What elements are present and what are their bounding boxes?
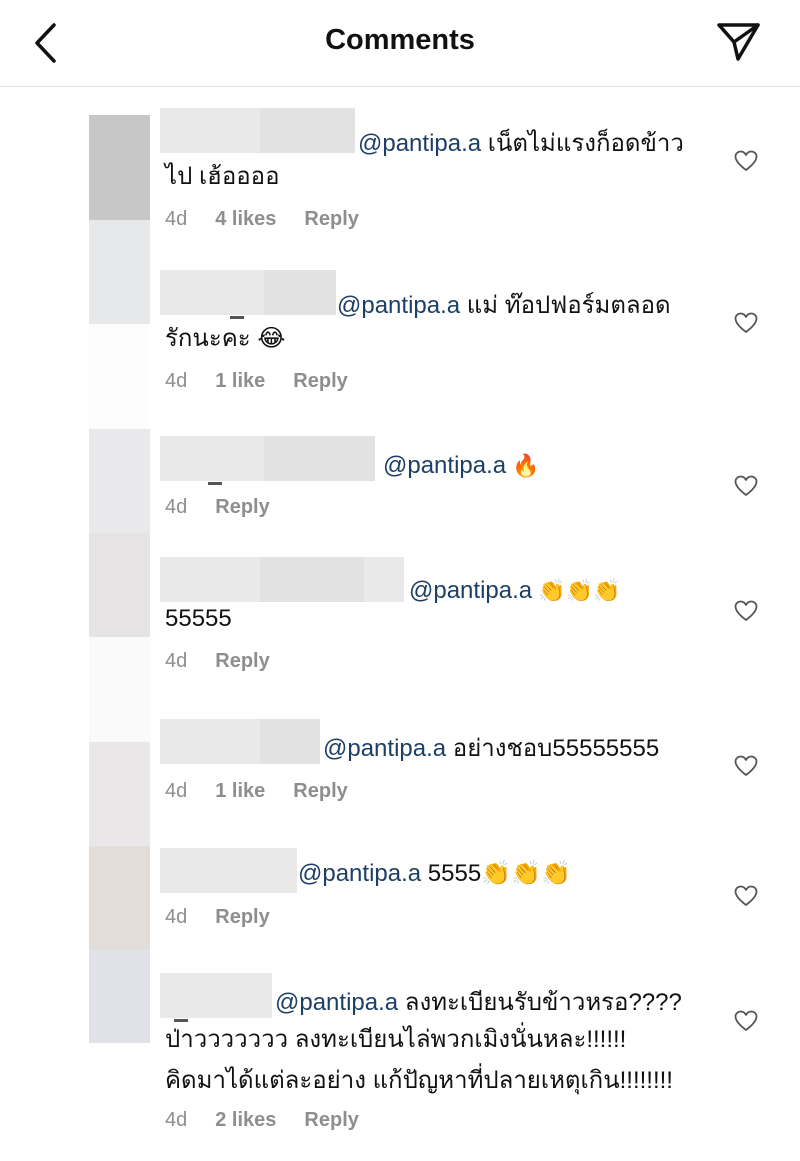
comment-text: @pantipa.a เน็ตไม่แรงก็อดข้าว: [358, 130, 684, 157]
avatar: [89, 533, 150, 637]
heart-icon: [734, 1010, 758, 1031]
likes-count[interactable]: 1 like: [215, 370, 265, 392]
avatar: [89, 950, 150, 1043]
likes-count[interactable]: 4 likes: [215, 208, 276, 230]
comment-meta: 4d Reply: [165, 650, 298, 673]
comment-meta: 4d 1 like Reply: [165, 780, 376, 803]
like-button[interactable]: [734, 600, 758, 622]
share-button[interactable]: [712, 18, 766, 68]
like-button[interactable]: [734, 885, 758, 907]
avatar: [89, 742, 150, 846]
comment-text: @pantipa.a อย่างชอบ55555555: [323, 735, 660, 762]
comment-text-line: ไป เฮ้ออออ: [165, 163, 280, 190]
comment-text: @pantipa.a แม่ ท๊อปฟอร์มตลอด: [337, 292, 671, 319]
like-button[interactable]: [734, 755, 758, 777]
comment-meta: 4d Reply: [165, 496, 298, 519]
timestamp: 4d: [165, 1109, 188, 1131]
heart-icon: [734, 312, 758, 333]
heart-icon: [734, 600, 758, 621]
comment-text: @pantipa.a 👏👏👏: [409, 577, 621, 604]
heart-icon: [734, 885, 758, 906]
mention-link[interactable]: @pantipa.a: [323, 735, 446, 762]
likes-count[interactable]: 1 like: [215, 780, 265, 802]
timestamp: 4d: [165, 496, 188, 518]
comment-text: @pantipa.a 5555👏👏👏: [298, 860, 571, 887]
comment-meta: 4d 4 likes Reply: [165, 208, 387, 231]
avatar: [89, 637, 150, 742]
heart-icon: [734, 475, 758, 496]
avatar: [89, 220, 150, 324]
comment-text: @pantipa.a 🔥: [383, 452, 540, 479]
comment-meta: 4d 1 like Reply: [165, 370, 376, 393]
heart-icon: [734, 150, 758, 171]
comment-text-line: 55555: [165, 605, 232, 632]
heart-icon: [734, 755, 758, 776]
like-button[interactable]: [734, 1010, 758, 1032]
avatar: [89, 846, 150, 950]
like-button[interactable]: [734, 475, 758, 497]
timestamp: 4d: [165, 208, 188, 230]
reply-button[interactable]: Reply: [215, 906, 269, 928]
mention-link[interactable]: @pantipa.a: [383, 452, 506, 479]
page-title: Comments: [325, 24, 475, 56]
paper-plane-icon: [717, 23, 760, 61]
avatar-column: [89, 115, 150, 1043]
timestamp: 4d: [165, 370, 188, 392]
comment-text: @pantipa.a ลงทะเบียนรับข้าวหรอ????: [275, 989, 682, 1016]
like-button[interactable]: [734, 150, 758, 172]
avatar: [89, 115, 150, 220]
timestamp: 4d: [165, 780, 188, 802]
mention-link[interactable]: @pantipa.a: [298, 860, 421, 887]
timestamp: 4d: [165, 906, 188, 928]
reply-button[interactable]: Reply: [215, 650, 269, 672]
reply-button[interactable]: Reply: [293, 370, 347, 392]
reply-button[interactable]: Reply: [215, 496, 269, 518]
comment-text-line: ป่าววววววว ลงทะเบียนไล่พวกเมิงนั่นหละ!!!…: [165, 1026, 627, 1053]
reply-button[interactable]: Reply: [304, 1109, 358, 1131]
mention-link[interactable]: @pantipa.a: [358, 130, 481, 157]
comment-meta: 4d 2 likes Reply: [165, 1109, 387, 1132]
avatar: [89, 324, 150, 429]
header-bar: Comments: [0, 0, 800, 87]
mention-link[interactable]: @pantipa.a: [275, 989, 398, 1016]
mention-link[interactable]: @pantipa.a: [337, 292, 460, 319]
mention-link[interactable]: @pantipa.a: [409, 577, 532, 604]
likes-count[interactable]: 2 likes: [215, 1109, 276, 1131]
reply-button[interactable]: Reply: [304, 208, 358, 230]
comment-text-line: รักนะคะ 😂: [165, 325, 286, 352]
reply-button[interactable]: Reply: [293, 780, 347, 802]
like-button[interactable]: [734, 312, 758, 334]
timestamp: 4d: [165, 650, 188, 672]
avatar: [89, 429, 150, 533]
comment-text-line: คิดมาได้แต่ละอย่าง แก้ปัญหาที่ปลายเหตุเก…: [165, 1067, 673, 1094]
comment-meta: 4d Reply: [165, 906, 298, 929]
